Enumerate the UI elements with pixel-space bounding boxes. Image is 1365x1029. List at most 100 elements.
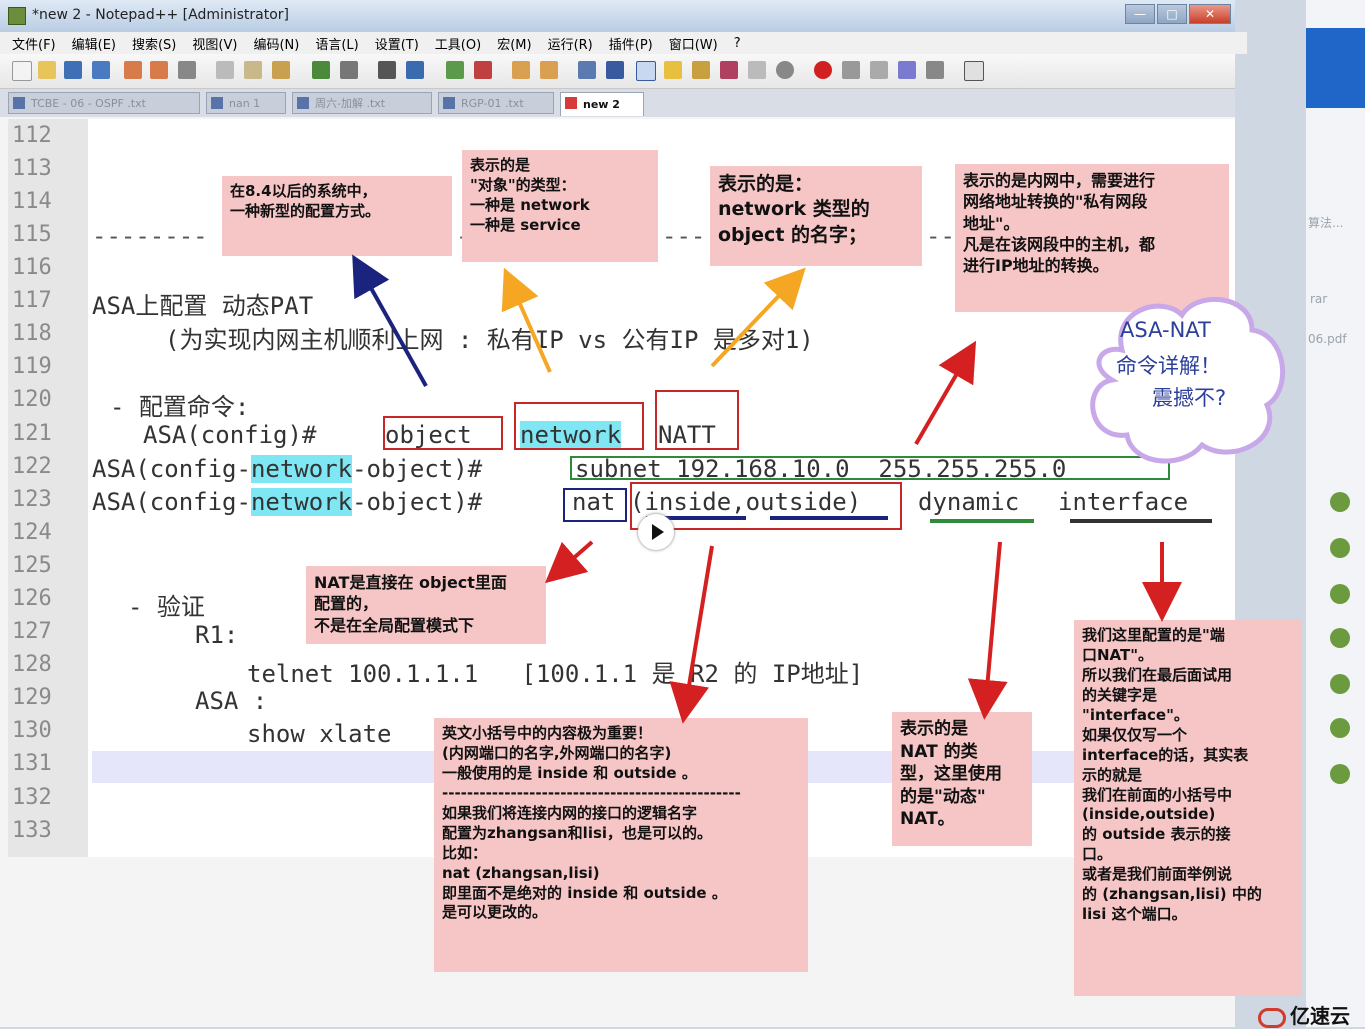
minimize-button[interactable]: — bbox=[1125, 4, 1155, 24]
copy-icon[interactable] bbox=[244, 61, 262, 79]
avatar[interactable] bbox=[1330, 584, 1350, 604]
line-number: 112 bbox=[12, 123, 52, 148]
line-number: 118 bbox=[12, 321, 52, 346]
code-line-127: R1: bbox=[195, 621, 239, 649]
code-line-120: - 配置命令: bbox=[110, 393, 250, 421]
menu-language[interactable]: 语言(L) bbox=[315, 34, 358, 53]
tab-new2[interactable]: new 2 bbox=[560, 92, 644, 116]
menu-edit[interactable]: 编辑(E) bbox=[72, 34, 116, 53]
avatar[interactable] bbox=[1330, 492, 1350, 512]
line-number: 125 bbox=[12, 553, 52, 578]
open-file-icon[interactable] bbox=[38, 61, 56, 79]
function-list-icon[interactable] bbox=[692, 61, 710, 79]
cut-icon[interactable] bbox=[216, 61, 234, 79]
monitoring-icon[interactable] bbox=[748, 61, 766, 79]
avatar[interactable] bbox=[1330, 764, 1350, 784]
code-dynamic: dynamic bbox=[918, 488, 1020, 516]
dynamic-underline bbox=[930, 519, 1034, 523]
line-number: 127 bbox=[12, 619, 52, 644]
line-number: 116 bbox=[12, 255, 52, 280]
title-bar: *new 2 - Notepad++ [Administrator] — □ ✕ bbox=[0, 0, 1235, 32]
file-icon bbox=[211, 97, 223, 109]
menu-view[interactable]: 视图(V) bbox=[192, 34, 237, 53]
macro-record-icon[interactable] bbox=[814, 61, 832, 79]
code-line-126: - 验证 bbox=[128, 593, 205, 621]
tab-bar: TCBE - 06 - OSPF .txt nan 1 周六-加解 .txt R… bbox=[0, 89, 1235, 117]
avatar[interactable] bbox=[1330, 674, 1350, 694]
tab-nan1[interactable]: nan 1 bbox=[206, 92, 286, 114]
nat-highlight-box bbox=[563, 488, 627, 522]
close-all-icon[interactable] bbox=[150, 61, 168, 79]
spellcheck-icon[interactable] bbox=[964, 61, 984, 81]
line-number: 133 bbox=[12, 818, 52, 843]
avatar[interactable] bbox=[1330, 628, 1350, 648]
new-file-icon[interactable] bbox=[12, 61, 32, 81]
code-line-129: ASA : bbox=[195, 687, 268, 715]
file-icon bbox=[297, 97, 309, 109]
close-button[interactable]: ✕ bbox=[1189, 4, 1231, 24]
find-icon[interactable] bbox=[378, 61, 396, 79]
tab-zhouliu[interactable]: 周六-加解 .txt bbox=[292, 92, 432, 114]
zoom-out-icon[interactable] bbox=[474, 61, 492, 79]
video-play-button[interactable] bbox=[638, 514, 674, 550]
file-icon bbox=[565, 97, 577, 109]
save-icon[interactable] bbox=[64, 61, 82, 79]
cloud-line3: 震撼不? bbox=[1152, 386, 1227, 410]
code-line-123: ASA(config-network-object)# bbox=[92, 488, 483, 516]
network-highlight-box bbox=[514, 402, 644, 450]
menu-encoding[interactable]: 编码(N) bbox=[253, 34, 299, 53]
object-highlight-box bbox=[383, 416, 503, 450]
folder-workspace-icon[interactable] bbox=[720, 61, 738, 79]
line-number: 121 bbox=[12, 421, 52, 446]
replace-icon[interactable] bbox=[406, 61, 424, 79]
maximize-button[interactable]: □ bbox=[1157, 4, 1187, 24]
menu-tools[interactable]: 工具(O) bbox=[435, 34, 481, 53]
line-number: 113 bbox=[12, 156, 52, 181]
show-all-chars-icon[interactable] bbox=[606, 61, 624, 79]
close-file-icon[interactable] bbox=[124, 61, 142, 79]
menu-file[interactable]: 文件(F) bbox=[12, 34, 56, 53]
wrap-icon[interactable] bbox=[578, 61, 596, 79]
indent-guide-icon[interactable] bbox=[636, 61, 656, 81]
side-text: 06.pdf bbox=[1308, 332, 1347, 346]
cloud-line1: ASA-NAT bbox=[1120, 318, 1211, 342]
menu-plugins[interactable]: 插件(P) bbox=[609, 34, 653, 53]
tab-tcbe[interactable]: TCBE - 06 - OSPF .txt bbox=[8, 92, 200, 114]
macro-run-multiple-icon[interactable] bbox=[898, 61, 916, 79]
note-nat-in-object: NAT是直接在 object里面 配置的， 不是在全局配置模式下 bbox=[306, 566, 546, 644]
tab-rgp01[interactable]: RGP-01 .txt bbox=[438, 92, 554, 114]
line-number: 120 bbox=[12, 387, 52, 412]
code-line-122: ASA(config-network-object)# bbox=[92, 455, 483, 483]
avatar[interactable] bbox=[1330, 538, 1350, 558]
macro-play-icon[interactable] bbox=[870, 61, 888, 79]
avatar[interactable] bbox=[1330, 718, 1350, 738]
menu-window[interactable]: 窗口(W) bbox=[669, 34, 718, 53]
document-map-icon[interactable] bbox=[664, 61, 682, 79]
macro-stop-icon[interactable] bbox=[842, 61, 860, 79]
notepadpp-icon bbox=[8, 7, 26, 25]
print-icon[interactable] bbox=[178, 61, 196, 79]
code-line-121-prefix: ASA(config)# bbox=[143, 421, 317, 449]
record-placeholder-icon[interactable] bbox=[776, 61, 794, 79]
menu-settings[interactable]: 设置(T) bbox=[375, 34, 419, 53]
macro-save-icon[interactable] bbox=[926, 61, 944, 79]
zoom-in-icon[interactable] bbox=[446, 61, 464, 79]
menu-search[interactable]: 搜索(S) bbox=[132, 34, 176, 53]
line-number: 132 bbox=[12, 785, 52, 810]
save-all-icon[interactable] bbox=[92, 61, 110, 79]
sync-vertical-icon[interactable] bbox=[512, 61, 530, 79]
line-number: 124 bbox=[12, 520, 52, 545]
note-object-type: 表示的是 "对象"的类型： 一种是 network 一种是 service bbox=[462, 150, 658, 262]
menu-help[interactable]: ? bbox=[734, 36, 741, 51]
sync-horizontal-icon[interactable] bbox=[540, 61, 558, 79]
code-line-117: ASA上配置 动态PAT bbox=[92, 292, 314, 320]
menu-run[interactable]: 运行(R) bbox=[548, 34, 593, 53]
menu-macro[interactable]: 宏(M) bbox=[497, 34, 531, 53]
line-number-gutter: 112 113 114 115 116 117 118 119 120 121 … bbox=[8, 119, 88, 857]
line-number: 126 bbox=[12, 586, 52, 611]
paste-icon[interactable] bbox=[272, 61, 290, 79]
window-title: *new 2 - Notepad++ [Administrator] bbox=[32, 7, 290, 23]
line-number: 129 bbox=[12, 685, 52, 710]
redo-icon[interactable] bbox=[340, 61, 358, 79]
undo-icon[interactable] bbox=[312, 61, 330, 79]
